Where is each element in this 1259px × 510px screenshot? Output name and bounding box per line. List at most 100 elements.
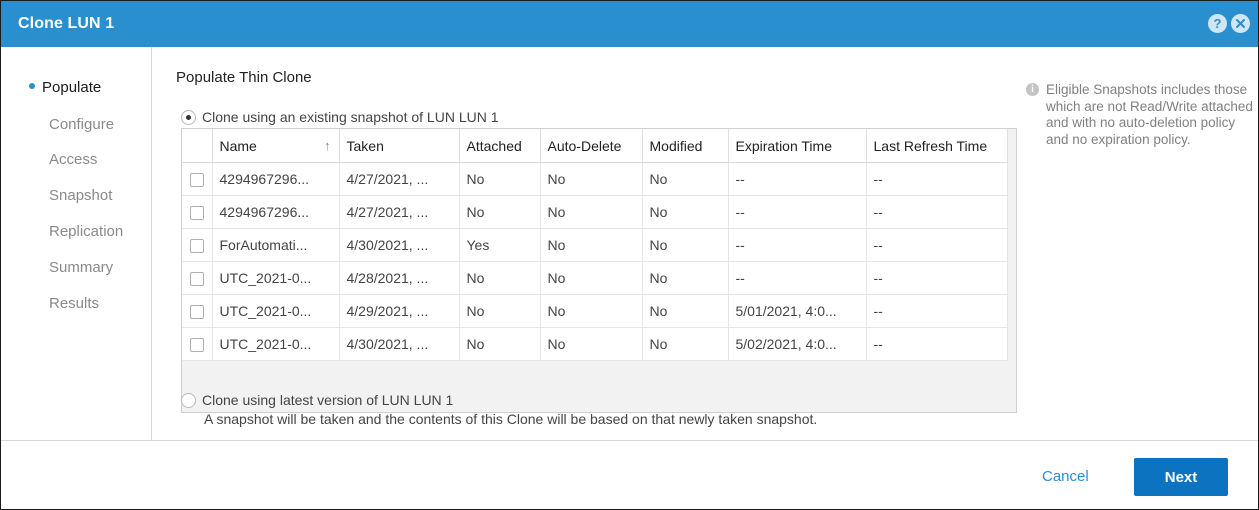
table-row[interactable]: 4294967296... 4/27/2021, ... No No No --… — [182, 195, 1008, 229]
step-access[interactable]: Access — [49, 151, 97, 168]
step-replication[interactable]: Replication — [49, 223, 123, 240]
step-summary[interactable]: Summary — [49, 259, 113, 276]
cell-last-refresh-time: -- — [866, 294, 1008, 328]
radio-selected-dot — [186, 114, 191, 120]
table-row[interactable]: UTC_2021-0... 4/28/2021, ... No No No --… — [182, 261, 1008, 295]
option-latest-label: Clone using latest version of LUN LUN 1 — [202, 392, 454, 408]
cell-taken: 4/28/2021, ... — [339, 261, 460, 295]
cell-name: 4294967296... — [212, 195, 340, 229]
cell-taken: 4/30/2021, ... — [339, 327, 460, 361]
cell-modified: No — [642, 162, 729, 196]
option-existing-snapshot[interactable]: Clone using an existing snapshot of LUN … — [181, 109, 499, 125]
cell-taken: 4/27/2021, ... — [339, 162, 460, 196]
cell-modified: No — [642, 195, 729, 229]
cell-auto-delete: No — [540, 327, 643, 361]
column-header-name[interactable]: Name ↑ — [212, 129, 340, 163]
cell-taken: 4/30/2021, ... — [339, 228, 460, 262]
snapshot-table: Name ↑ Taken Attached Auto-Delete Modifie… — [181, 128, 1017, 413]
row-checkbox[interactable] — [189, 305, 204, 320]
cell-last-refresh-time: -- — [866, 261, 1008, 295]
row-checkbox[interactable] — [189, 338, 204, 353]
cell-attached: No — [459, 261, 541, 295]
row-checkbox-cell — [182, 261, 213, 295]
step-configure[interactable]: Configure — [49, 116, 114, 133]
row-checkbox[interactable] — [189, 272, 204, 287]
cell-last-refresh-time: -- — [866, 327, 1008, 361]
section-title: Populate Thin Clone — [176, 69, 312, 86]
info-text: Eligible Snapshots includes those which … — [1046, 82, 1253, 147]
row-checkbox-cell — [182, 195, 213, 229]
row-checkbox[interactable] — [189, 173, 204, 188]
cell-attached: No — [459, 162, 541, 196]
dialog-titlebar: Clone LUN 1 ? — [1, 1, 1258, 47]
dialog-title: Clone LUN 1 — [18, 15, 115, 32]
step-results[interactable]: Results — [49, 295, 99, 312]
table-row[interactable]: 4294967296... 4/27/2021, ... No No No --… — [182, 162, 1008, 196]
step-label: Populate — [42, 79, 102, 96]
table-row[interactable]: ForAutomati... 4/30/2021, ... Yes No No … — [182, 228, 1008, 262]
cell-expiration-time: 5/01/2021, 4:0... — [728, 294, 867, 328]
help-icon[interactable]: ? — [1208, 14, 1227, 33]
cell-name: UTC_2021-0... — [212, 261, 340, 295]
column-header-last-refresh-time[interactable]: Last Refresh Time — [866, 129, 1008, 163]
cell-name: 4294967296... — [212, 162, 340, 196]
row-checkbox-cell — [182, 162, 213, 196]
column-header-taken[interactable]: Taken — [339, 129, 460, 163]
column-header-attached[interactable]: Attached — [459, 129, 541, 163]
info-icon: i — [1026, 83, 1039, 96]
wizard-steps-nav: Populate Configure Access Snapshot Repli… — [1, 47, 152, 440]
sort-up-icon[interactable]: ↑ — [324, 138, 331, 153]
cell-name: ForAutomati... — [212, 228, 340, 262]
cell-modified: No — [642, 327, 729, 361]
dialog-content: Populate Configure Access Snapshot Repli… — [1, 47, 1258, 441]
cell-expiration-time: -- — [728, 228, 867, 262]
table-row[interactable]: UTC_2021-0... 4/30/2021, ... No No No 5/… — [182, 327, 1008, 361]
cell-attached: Yes — [459, 228, 541, 262]
cell-expiration-time: 5/02/2021, 4:0... — [728, 327, 867, 361]
cell-name: UTC_2021-0... — [212, 327, 340, 361]
step-populate[interactable]: Populate — [29, 79, 101, 96]
cell-auto-delete: No — [540, 228, 643, 262]
column-header-expiration-time[interactable]: Expiration Time — [728, 129, 867, 163]
column-header-modified[interactable]: Modified — [642, 129, 729, 163]
cell-expiration-time: -- — [728, 195, 867, 229]
cell-expiration-time: -- — [728, 162, 867, 196]
cell-name: UTC_2021-0... — [212, 294, 340, 328]
column-header-auto-delete[interactable]: Auto-Delete — [540, 129, 643, 163]
cell-attached: No — [459, 294, 541, 328]
cell-taken: 4/27/2021, ... — [339, 195, 460, 229]
row-checkbox[interactable] — [189, 206, 204, 221]
cell-last-refresh-time: -- — [866, 195, 1008, 229]
cancel-button[interactable]: Cancel — [1042, 468, 1089, 485]
row-checkbox-cell — [182, 228, 213, 262]
cell-attached: No — [459, 327, 541, 361]
cell-auto-delete: No — [540, 195, 643, 229]
cell-modified: No — [642, 261, 729, 295]
close-icon[interactable] — [1231, 14, 1250, 33]
step-snapshot[interactable]: Snapshot — [49, 187, 112, 204]
cell-auto-delete: No — [540, 261, 643, 295]
option-existing-label: Clone using an existing snapshot of LUN … — [202, 109, 499, 125]
cell-modified: No — [642, 294, 729, 328]
cell-expiration-time: -- — [728, 261, 867, 295]
option-latest-version[interactable]: Clone using latest version of LUN LUN 1 — [181, 392, 453, 408]
cell-attached: No — [459, 195, 541, 229]
option-latest-description: A snapshot will be taken and the content… — [204, 411, 818, 427]
row-checkbox-cell — [182, 294, 213, 328]
header-checkbox-cell — [182, 129, 213, 163]
next-button[interactable]: Next — [1134, 458, 1228, 496]
table-header-row: Name ↑ Taken Attached Auto-Delete Modifie… — [182, 129, 1008, 163]
table-row[interactable]: UTC_2021-0... 4/29/2021, ... No No No 5/… — [182, 294, 1008, 328]
info-panel: i Eligible Snapshots includes those whic… — [1026, 82, 1254, 148]
radio-existing-snapshot[interactable] — [181, 109, 196, 125]
cell-last-refresh-time: -- — [866, 228, 1008, 262]
column-name-label: Name — [219, 137, 257, 154]
cell-last-refresh-time: -- — [866, 162, 1008, 196]
radio-latest-version[interactable] — [181, 392, 196, 408]
cell-auto-delete: No — [540, 294, 643, 328]
cell-modified: No — [642, 228, 729, 262]
row-checkbox[interactable] — [189, 239, 204, 254]
cell-auto-delete: No — [540, 162, 643, 196]
row-checkbox-cell — [182, 327, 213, 361]
cell-taken: 4/29/2021, ... — [339, 294, 460, 328]
